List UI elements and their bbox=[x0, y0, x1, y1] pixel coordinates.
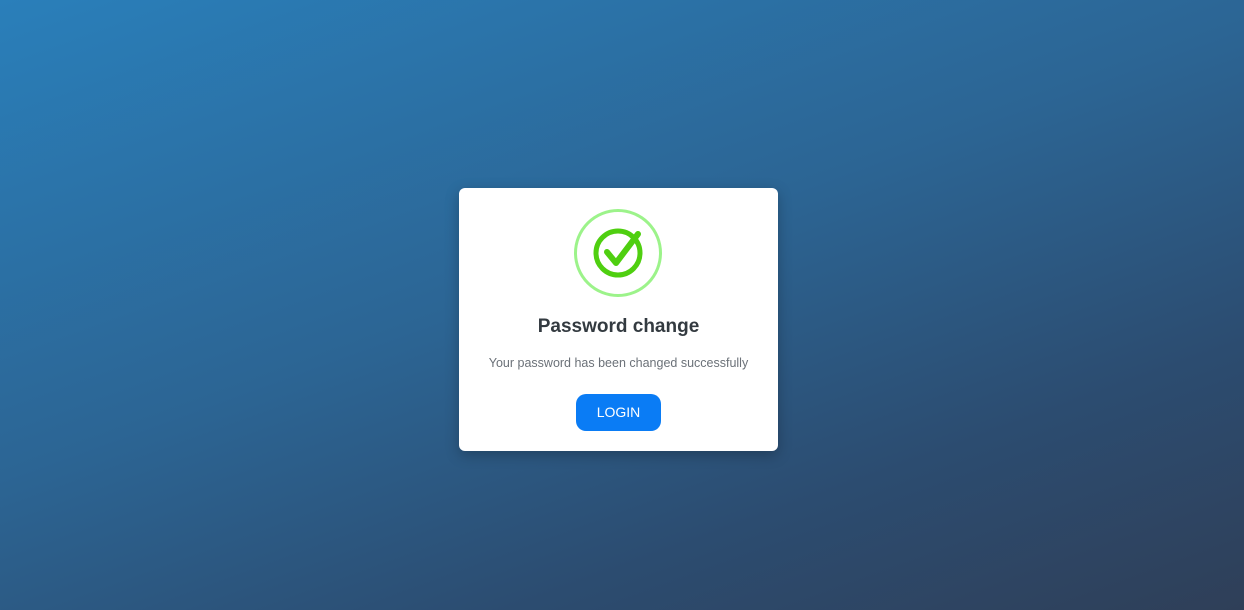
login-button[interactable]: LOGIN bbox=[576, 394, 661, 431]
check-circle-icon bbox=[573, 208, 663, 298]
dialog-message: Your password has been changed successfu… bbox=[488, 356, 749, 370]
dialog-title: Password change bbox=[537, 316, 700, 337]
password-change-dialog: Password change Your password has been c… bbox=[459, 188, 778, 451]
